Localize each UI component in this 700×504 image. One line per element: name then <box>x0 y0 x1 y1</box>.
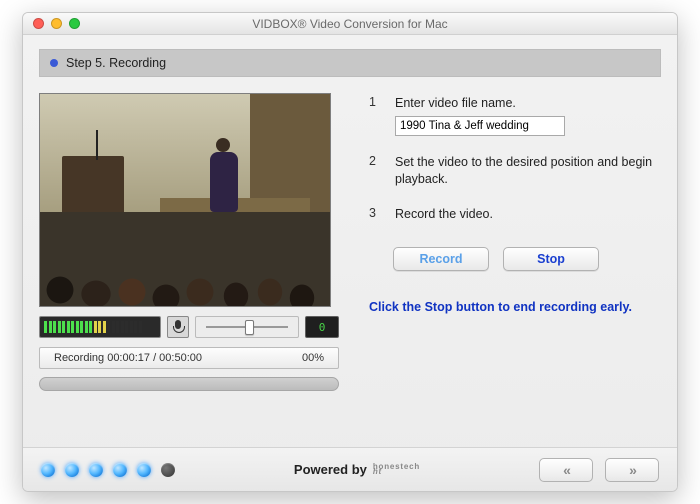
instruction-2: 2 Set the video to the desired position … <box>369 154 653 188</box>
zoom-icon[interactable] <box>69 18 80 29</box>
step-dot[interactable] <box>89 463 103 477</box>
audio-count: 0 <box>305 316 339 338</box>
nav-buttons: « » <box>539 458 659 482</box>
brand-logo: honestech ht <box>373 465 420 475</box>
recording-status: Recording 00:00:17 / 00:50:00 00% <box>39 347 339 369</box>
window-title: VIDBOX® Video Conversion for Mac <box>23 17 677 31</box>
microphone-icon <box>173 320 183 334</box>
step-dots <box>41 463 175 477</box>
step-banner: Step 5. Recording <box>39 49 661 77</box>
step-dot[interactable] <box>41 463 55 477</box>
progress-bar <box>39 377 339 391</box>
close-icon[interactable] <box>33 18 44 29</box>
instruction-3: 3 Record the video. <box>369 206 653 223</box>
body: 0 Recording 00:00:17 / 00:50:00 00% 1 En… <box>39 77 661 437</box>
video-preview <box>39 93 331 307</box>
recording-pct: 00% <box>302 352 324 364</box>
volume-slider[interactable] <box>195 316 299 338</box>
step-number: 3 <box>369 206 381 223</box>
recording-time: Recording 00:00:17 / 00:50:00 <box>54 352 202 364</box>
step-dot[interactable] <box>113 463 127 477</box>
audio-level-meter <box>39 316 161 338</box>
record-button[interactable]: Record <box>393 247 489 271</box>
minimize-icon[interactable] <box>51 18 62 29</box>
traffic-lights <box>23 18 80 29</box>
mic-toggle[interactable] <box>167 316 189 338</box>
instruction-text: Enter video file name. <box>395 95 653 112</box>
powered-by-label: Powered by <box>294 462 367 477</box>
record-controls: Record Stop <box>393 247 653 271</box>
footer: Powered by honestech ht « » <box>23 447 677 491</box>
powered-by: Powered by honestech ht <box>294 462 420 477</box>
right-panel: 1 Enter video file name. 2 Set the video… <box>339 93 661 437</box>
hint-text: Click the Stop button to end recording e… <box>369 299 653 316</box>
app-window: VIDBOX® Video Conversion for Mac Step 5.… <box>22 12 678 492</box>
step-dot[interactable] <box>137 463 151 477</box>
step-number: 2 <box>369 154 381 188</box>
step-number: 1 <box>369 95 381 136</box>
content: Step 5. Recording <box>23 35 677 447</box>
step-dot-current[interactable] <box>161 463 175 477</box>
audio-controls: 0 <box>39 315 339 339</box>
video-scene <box>40 94 330 306</box>
prev-button[interactable]: « <box>539 458 593 482</box>
instruction-text: Record the video. <box>395 206 653 223</box>
titlebar: VIDBOX® Video Conversion for Mac <box>23 13 677 35</box>
instruction-1: 1 Enter video file name. <box>369 95 653 136</box>
instruction-text: Set the video to the desired position an… <box>395 154 653 188</box>
step-label: Step 5. Recording <box>66 56 166 70</box>
step-dot[interactable] <box>65 463 79 477</box>
next-button[interactable]: » <box>605 458 659 482</box>
stop-button[interactable]: Stop <box>503 247 599 271</box>
slider-knob-icon[interactable] <box>245 320 254 335</box>
step-bullet-icon <box>50 59 58 67</box>
left-panel: 0 Recording 00:00:17 / 00:50:00 00% <box>39 93 339 437</box>
filename-input[interactable] <box>395 116 565 136</box>
